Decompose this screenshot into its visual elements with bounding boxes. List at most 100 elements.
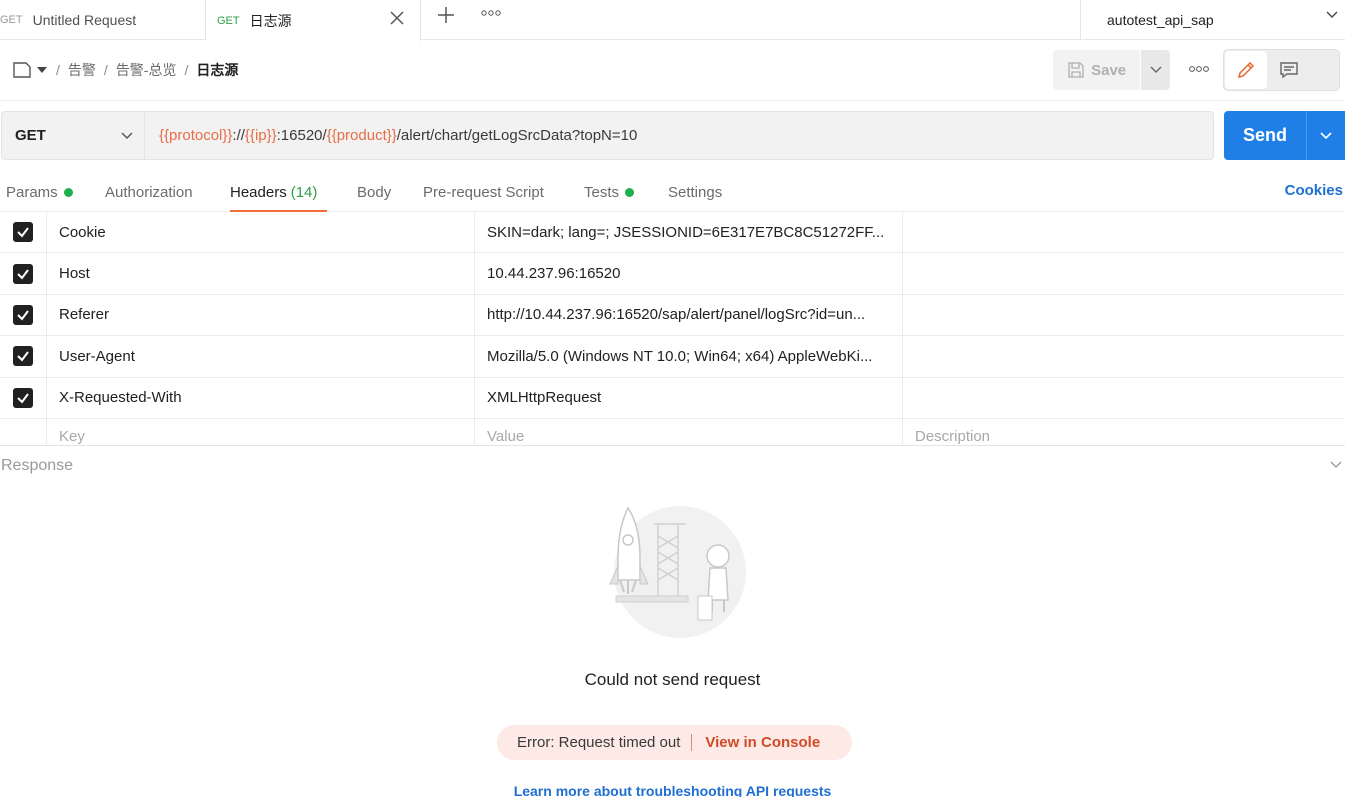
value-input[interactable]: Value bbox=[475, 418, 903, 445]
row-checkbox-cell bbox=[0, 253, 47, 294]
cookies-link[interactable]: Cookies bbox=[1285, 182, 1343, 199]
breadcrumb-separator: / bbox=[103, 62, 108, 78]
header-description[interactable] bbox=[903, 378, 1345, 418]
header-key[interactable]: User-Agent bbox=[47, 336, 475, 377]
header-key[interactable]: Referer bbox=[47, 294, 475, 336]
header-value[interactable]: XMLHttpRequest bbox=[475, 377, 903, 418]
row-checkbox-cell bbox=[0, 294, 47, 336]
tab-label: Headers bbox=[230, 183, 287, 201]
key-input[interactable]: Key bbox=[47, 418, 475, 445]
tab-tests[interactable]: Tests bbox=[584, 172, 635, 212]
table-row: User-Agent Mozilla/5.0 (Windows NT 10.0;… bbox=[0, 336, 1345, 378]
header-description[interactable] bbox=[903, 336, 1345, 376]
send-button[interactable]: Send bbox=[1224, 111, 1306, 160]
header-description[interactable] bbox=[903, 295, 1345, 335]
tab-label: Authorization bbox=[105, 183, 193, 201]
error-message: Error: Request timed out bbox=[497, 734, 693, 751]
view-in-console-link[interactable]: View in Console bbox=[692, 734, 820, 751]
collection-icon bbox=[13, 62, 31, 78]
row-checkbox[interactable] bbox=[13, 263, 33, 284]
status-dot bbox=[625, 187, 635, 197]
url-input[interactable]: {{protocol}}://{{ip}}:16520/{{product}} /… bbox=[145, 111, 1214, 160]
environment-name: autotest_api_sap bbox=[1107, 12, 1214, 28]
tab-label: Pre-request Script bbox=[423, 183, 544, 201]
new-header-row: Key Value Description bbox=[0, 418, 1345, 446]
header-key[interactable]: Host bbox=[47, 253, 475, 294]
url-variable: {{protocol}} bbox=[159, 127, 233, 144]
chevron-down-icon bbox=[1326, 11, 1338, 18]
breadcrumb-item[interactable]: 告警 bbox=[68, 60, 96, 80]
row-checkbox[interactable] bbox=[13, 222, 33, 243]
header-key[interactable]: Cookie bbox=[47, 212, 475, 253]
description-input[interactable]: Description bbox=[903, 419, 1345, 445]
tab-authorization[interactable]: Authorization bbox=[105, 172, 193, 212]
chevron-down-icon bbox=[121, 132, 133, 139]
tab-log-source[interactable]: GET 日志源 bbox=[205, 0, 421, 41]
url-text: :// bbox=[232, 127, 245, 144]
tab-headers[interactable]: Headers (14) bbox=[230, 172, 327, 212]
save-options-button[interactable] bbox=[1141, 50, 1170, 90]
tab-label: Settings bbox=[668, 183, 723, 201]
tab-method: GET bbox=[217, 14, 240, 27]
check-icon bbox=[17, 268, 29, 280]
url-text: :16520/ bbox=[276, 127, 327, 144]
tab-settings[interactable]: Settings bbox=[668, 172, 722, 212]
caret-down-icon[interactable] bbox=[36, 64, 48, 76]
tab-untitled-request[interactable]: GET Untitled Request bbox=[0, 0, 205, 40]
header-key[interactable]: X-Requested-With bbox=[47, 377, 475, 418]
url-text: /alert/chart/getLogSrcData?topN=10 bbox=[396, 127, 638, 144]
method-select[interactable]: GET bbox=[1, 111, 145, 160]
request-name[interactable]: 日志源 bbox=[196, 60, 238, 80]
status-dot bbox=[63, 187, 73, 197]
row-checkbox[interactable] bbox=[13, 304, 33, 325]
tab-params[interactable]: Params bbox=[6, 172, 73, 212]
request-tabs: Params Authorization Headers (14) Body Pr… bbox=[0, 172, 1345, 212]
breadcrumb-item[interactable]: 告警-总览 bbox=[116, 60, 177, 80]
header-value[interactable]: http://10.44.237.96:16520/sap/alert/pane… bbox=[475, 294, 903, 336]
tab-label: Tests bbox=[584, 183, 620, 201]
method-value: GET bbox=[15, 127, 46, 144]
send-options-button[interactable] bbox=[1306, 111, 1345, 160]
header-description[interactable] bbox=[903, 212, 1345, 252]
table-row: Host 10.44.237.96:16520 bbox=[0, 253, 1345, 295]
tab-pre-request-script[interactable]: Pre-request Script bbox=[423, 172, 544, 212]
check-icon bbox=[17, 310, 29, 321]
header-description[interactable] bbox=[903, 253, 1345, 293]
more-actions-icon[interactable] bbox=[1188, 63, 1210, 75]
close-icon[interactable] bbox=[388, 9, 406, 27]
tab-label: Untitled Request bbox=[32, 12, 137, 28]
tab-label: Body bbox=[357, 183, 392, 201]
header-value[interactable]: SKIN=dark; lang=; JSESSIONID=6E317E7BC8C… bbox=[475, 212, 903, 253]
row-checkbox-cell bbox=[0, 377, 47, 418]
no-response-message: Could not send request bbox=[584, 670, 761, 689]
tab-body[interactable]: Body bbox=[357, 172, 391, 212]
tab-label: Params bbox=[6, 183, 58, 201]
save-group: Save bbox=[1053, 50, 1170, 90]
learn-more-link[interactable]: Learn more about troubleshooting API req… bbox=[0, 783, 1345, 797]
chevron-down-icon[interactable] bbox=[1329, 458, 1343, 472]
check-icon bbox=[17, 351, 29, 362]
headers-count: (14) bbox=[290, 183, 318, 201]
header-value[interactable]: Mozilla/5.0 (Windows NT 10.0; Win64; x64… bbox=[475, 336, 903, 377]
new-tab-icon[interactable] bbox=[436, 4, 456, 26]
more-tabs-icon[interactable] bbox=[481, 8, 501, 18]
row-checkbox[interactable] bbox=[13, 387, 33, 408]
url-variable: {{ip}} bbox=[244, 127, 277, 144]
tab-bar: GET Untitled Request GET 日志源 autotest_ap… bbox=[0, 0, 1345, 41]
save-icon bbox=[1068, 62, 1084, 78]
send-group: Send bbox=[1224, 111, 1345, 160]
save-button[interactable]: Save bbox=[1053, 50, 1141, 90]
table-row: Referer http://10.44.237.96:16520/sap/al… bbox=[0, 294, 1345, 337]
edit-mode-button[interactable] bbox=[1225, 51, 1267, 89]
row-checkbox[interactable] bbox=[13, 346, 33, 367]
url-variable: {{product}} bbox=[326, 127, 397, 144]
row-checkbox-cell bbox=[0, 336, 47, 377]
chevron-down-icon bbox=[1150, 66, 1162, 73]
headers-table: Cookie SKIN=dark; lang=; JSESSIONID=6E31… bbox=[0, 212, 1345, 446]
table-row: Cookie SKIN=dark; lang=; JSESSIONID=6E31… bbox=[0, 212, 1345, 254]
environment-select[interactable]: autotest_api_sap bbox=[1080, 0, 1345, 40]
check-icon bbox=[17, 393, 29, 404]
comments-button[interactable] bbox=[1268, 50, 1310, 90]
table-row: X-Requested-With XMLHttpRequest bbox=[0, 377, 1345, 419]
header-value[interactable]: 10.44.237.96:16520 bbox=[475, 253, 903, 294]
